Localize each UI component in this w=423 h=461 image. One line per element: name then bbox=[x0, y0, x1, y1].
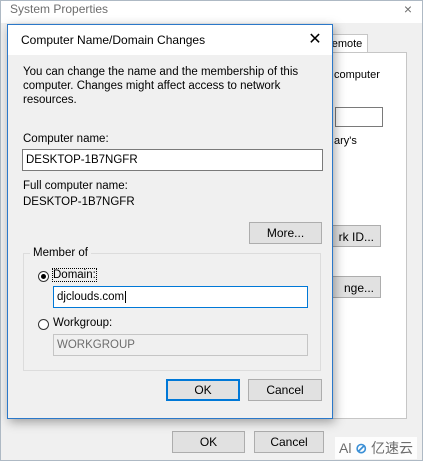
bg-description-input[interactable] bbox=[335, 107, 383, 127]
cancel-button[interactable]: Cancel bbox=[248, 379, 322, 401]
more-button[interactable]: More... bbox=[249, 222, 322, 244]
text-caret bbox=[125, 290, 127, 303]
bg-ok-button[interactable]: OK bbox=[172, 431, 245, 453]
system-properties-close-icon[interactable]: × bbox=[404, 1, 412, 17]
computer-name-label: Computer name: bbox=[23, 133, 109, 145]
system-properties-titlebar: System Properties × bbox=[1, 1, 422, 23]
dialog-titlebar: Computer Name/Domain Changes ✕ bbox=[8, 25, 332, 55]
domain-input[interactable]: djclouds.com bbox=[53, 286, 308, 308]
bg-cancel-button[interactable]: Cancel bbox=[254, 431, 324, 453]
watermark-logo-icon: ⊘ bbox=[355, 440, 368, 456]
computer-name-input[interactable]: DESKTOP-1B7NGFR bbox=[22, 149, 323, 171]
workgroup-radio[interactable] bbox=[38, 319, 49, 330]
bg-text-computer: computer bbox=[334, 69, 380, 81]
full-computer-name-label: Full computer name: bbox=[23, 180, 128, 192]
ok-button[interactable]: OK bbox=[166, 379, 240, 401]
watermark-text: Al bbox=[339, 440, 352, 456]
bg-text-ary: ary's bbox=[334, 135, 357, 147]
computer-name-dialog: Computer Name/Domain Changes ✕ You can c… bbox=[7, 24, 333, 419]
full-computer-name-value: DESKTOP-1B7NGFR bbox=[23, 196, 135, 208]
watermark-brand: 亿速云 bbox=[371, 440, 413, 456]
workgroup-input[interactable]: WORKGROUP bbox=[53, 334, 308, 356]
intro-text: You can change the name and the membersh… bbox=[23, 66, 299, 106]
system-properties-title: System Properties bbox=[10, 2, 109, 16]
member-of-label: Member of bbox=[30, 247, 91, 259]
dialog-title: Computer Name/Domain Changes bbox=[21, 33, 206, 47]
watermark: Al ⊘ 亿速云 bbox=[335, 437, 417, 459]
domain-input-value: djclouds.com bbox=[57, 291, 125, 303]
workgroup-label[interactable]: Workgroup: bbox=[53, 317, 112, 329]
domain-radio[interactable] bbox=[38, 271, 49, 282]
close-icon[interactable]: ✕ bbox=[304, 29, 326, 51]
domain-label[interactable]: Domain: bbox=[52, 268, 97, 282]
